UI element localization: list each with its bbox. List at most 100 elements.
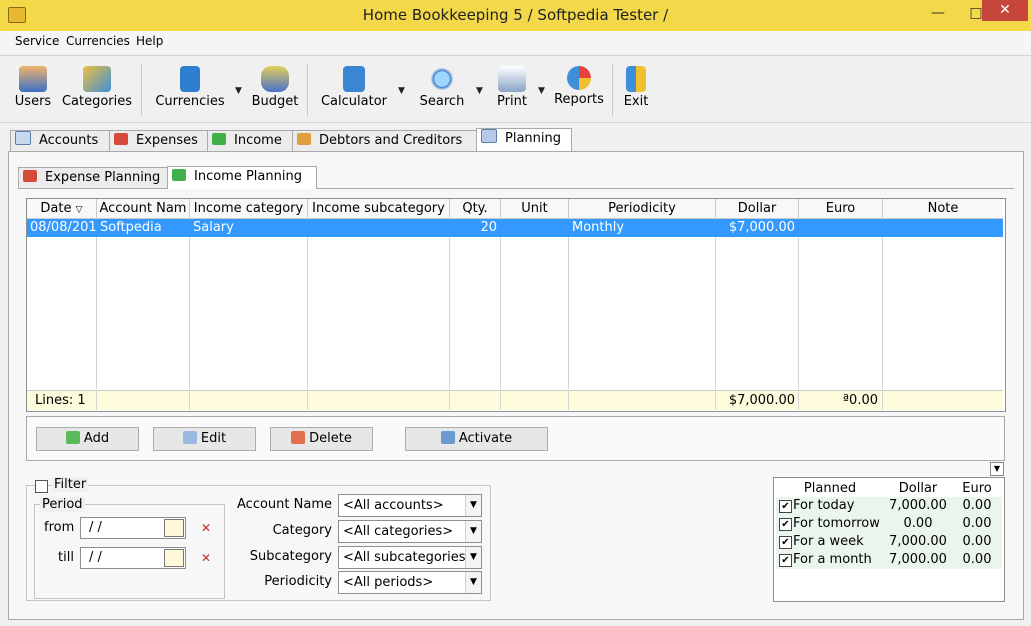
cell-euro[interactable] [799,219,882,237]
planned-row-week[interactable]: ✔ For a week 7,000.00 0.00 [776,533,1002,551]
column-header-date[interactable]: Date ▽ [27,199,97,219]
planned-row-today[interactable]: ✔ For today 7,000.00 0.00 [776,497,1002,515]
column-header-unit[interactable]: Unit [501,199,569,219]
column-header-income-category[interactable]: Income category [190,199,308,219]
reports-button[interactable]: Reports [553,66,605,107]
table-row[interactable]: 08/08/201 Softpedia Salary 20 Monthly $7… [27,219,1003,237]
budget-button[interactable]: Budget [249,66,301,109]
users-icon [19,66,47,92]
grid-line [568,391,569,410]
search-button[interactable]: Search [416,66,468,109]
column-header-periodicity[interactable]: Periodicity [569,199,716,219]
minimize-button[interactable]: — [926,2,950,26]
grid-line [568,218,569,389]
month-checkbox[interactable]: ✔ [779,554,792,567]
cell-category[interactable]: Salary [190,219,307,237]
cell-unit[interactable] [501,219,568,237]
cell-date[interactable]: 08/08/201 [27,219,96,237]
column-header-account[interactable]: Account Nam [97,199,190,219]
subcategory-select[interactable]: <All subcategories> ▼ [338,546,482,569]
planned-euro-header: Euro [962,481,992,496]
filter-checkbox[interactable] [35,480,48,493]
add-button[interactable]: Add [36,427,139,451]
planned-row-tomorrow[interactable]: ✔ For tomorrow 0.00 0.00 [776,515,1002,533]
exit-icon [626,66,646,92]
grid-line [500,391,501,410]
tab-expense-planning[interactable]: Expense Planning [18,167,170,188]
tab-income[interactable]: Income [207,130,295,151]
planning-icon [481,129,497,143]
users-button[interactable]: Users [12,66,54,109]
account-name-select[interactable]: <All accounts> ▼ [338,494,482,517]
cell-account[interactable]: Softpedia [97,219,189,237]
column-header-dollar[interactable]: Dollar [716,199,799,219]
column-header-qty[interactable]: Qty. [450,199,501,219]
toolbar-separator [612,64,613,116]
planned-row-month[interactable]: ✔ For a month 7,000.00 0.00 [776,551,1002,569]
expense-planning-icon [23,170,37,182]
chevron-down-icon: ▼ [465,495,481,516]
today-checkbox[interactable]: ✔ [779,500,792,513]
week-checkbox[interactable]: ✔ [779,536,792,549]
tab-expenses[interactable]: Expenses [109,130,210,151]
till-calendar-icon[interactable] [164,549,184,567]
search-dropdown-icon[interactable]: ▼ [476,86,483,96]
cell-subcategory[interactable] [308,219,449,237]
calculator-button[interactable]: Calculator [318,66,390,109]
print-button[interactable]: Print [494,66,530,109]
periodicity-select[interactable]: <All periods> ▼ [338,571,482,594]
print-dropdown-icon[interactable]: ▼ [538,86,545,96]
periodicity-label: Periodicity [264,574,332,589]
menu-service[interactable]: Service [15,34,59,48]
debtors-icon [297,133,311,145]
exit-button[interactable]: Exit [621,66,651,109]
categories-button[interactable]: Categories [60,66,134,109]
income-planning-grid[interactable]: Date ▽ Account Nam Income category Incom… [26,198,1006,412]
column-header-income-subcategory[interactable]: Income subcategory [308,199,450,219]
planned-toggle-icon[interactable]: ▼ [990,462,1004,476]
activate-button[interactable]: Activate [405,427,548,451]
tab-accounts[interactable]: Accounts [10,130,112,151]
cell-qty[interactable]: 20 [450,219,500,237]
income-planning-icon [172,169,186,181]
edit-button[interactable]: Edit [153,427,256,451]
planned-header: Planned [803,481,857,496]
cell-note[interactable] [883,219,1003,237]
category-select[interactable]: <All categories> ▼ [338,520,482,543]
grid-line [882,218,883,389]
tab-debtors-creditors[interactable]: Debtors and Creditors [292,130,479,151]
column-header-note[interactable]: Note [883,199,1003,219]
edit-icon [182,431,197,444]
grid-line [189,391,190,410]
till-label: till [58,550,74,565]
toolbar-separator [141,64,142,116]
tomorrow-checkbox[interactable]: ✔ [779,518,792,531]
till-clear-icon[interactable]: ✕ [201,551,215,565]
lines-count: Lines: 1 [35,393,86,408]
reports-icon [567,66,591,90]
print-icon [498,66,526,92]
filter-label: Filter [52,477,89,492]
cell-dollar[interactable]: $7,000.00 [716,219,798,237]
subcategory-label: Subcategory [249,549,332,564]
currencies-icon [180,66,200,92]
currencies-button[interactable]: Currencies [152,66,228,109]
grid-line [798,218,799,389]
currencies-dropdown-icon[interactable]: ▼ [235,86,242,96]
from-clear-icon[interactable]: ✕ [201,521,215,535]
from-calendar-icon[interactable] [164,519,184,537]
column-header-euro[interactable]: Euro [799,199,883,219]
delete-button[interactable]: Delete [270,427,373,451]
close-button[interactable]: ✕ [982,0,1028,21]
tab-planning[interactable]: Planning [476,128,572,151]
menu-help[interactable]: Help [136,34,163,48]
cell-periodicity[interactable]: Monthly [569,219,715,237]
tab-income-planning[interactable]: Income Planning [167,166,317,189]
calculator-dropdown-icon[interactable]: ▼ [398,86,405,96]
grid-line [449,391,450,410]
income-icon [212,133,226,145]
account-name-label: Account Name [237,497,332,512]
app-icon[interactable] [8,7,26,23]
toolbar: Users Categories Currencies ▼ Budget Cal… [0,55,1031,123]
menu-currencies[interactable]: Currencies [66,34,130,48]
